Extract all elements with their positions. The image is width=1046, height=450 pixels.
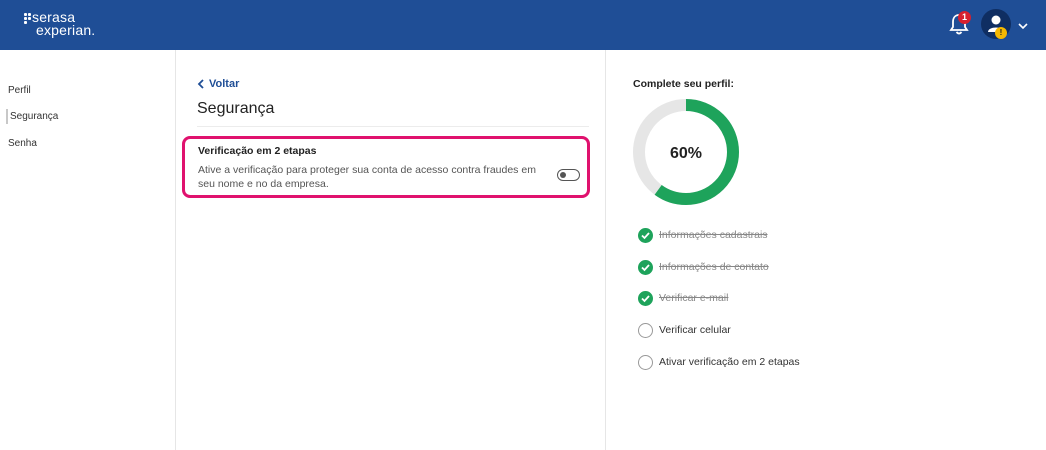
list-item[interactable]: Ativar verificação em 2 etapas <box>638 354 858 370</box>
back-link-label: Voltar <box>209 78 240 90</box>
list-item-label: Informações de contato <box>659 261 769 273</box>
top-bar: serasa experian. 1 ! <box>0 0 1046 50</box>
notifications-count-badge: 1 <box>958 11 971 24</box>
toggle-knob <box>559 171 566 178</box>
sidebar-item-senha[interactable]: Senha <box>8 138 37 149</box>
profile-completion-panel: Complete seu perfil: 60% Informações cad… <box>606 50 1046 450</box>
sidebar-item-perfil[interactable]: Perfil <box>8 85 31 96</box>
divider <box>197 126 589 127</box>
two-step-verification-card: Verificação em 2 etapas Ative a verifica… <box>182 136 590 198</box>
list-item-label: Informações cadastrais <box>659 229 768 241</box>
empty-circle-icon <box>638 354 653 370</box>
chevron-left-icon <box>197 79 204 89</box>
profile-alert-badge: ! <box>995 27 1007 39</box>
page-title: Segurança <box>197 100 275 117</box>
settings-sidebar: Perfil Segurança Senha <box>0 50 176 450</box>
sidebar-item-seguranca[interactable]: Segurança <box>6 109 58 124</box>
list-item: Informações cadastrais <box>638 227 858 243</box>
two-step-verification-toggle[interactable] <box>557 169 580 181</box>
chevron-down-icon[interactable] <box>1018 17 1028 35</box>
logo-dots-icon <box>24 13 32 27</box>
back-link[interactable]: Voltar <box>197 78 239 90</box>
list-item: Verificar e-mail <box>638 290 858 306</box>
check-circle-icon <box>638 227 653 243</box>
logo-text-line2: experian. <box>36 22 96 38</box>
list-item-label: Ativar verificação em 2 etapas <box>659 356 800 368</box>
list-item[interactable]: Verificar celular <box>638 322 858 338</box>
check-circle-icon <box>638 259 653 275</box>
progress-label: 60% <box>670 145 702 162</box>
main-content: Voltar Segurança Verificação em 2 etapas… <box>176 50 606 450</box>
check-circle-icon <box>638 290 653 306</box>
empty-circle-icon <box>638 322 653 338</box>
list-item-label: Verificar e-mail <box>659 292 729 304</box>
list-item: Informações de contato <box>638 259 858 275</box>
list-item-label: Verificar celular <box>659 324 731 336</box>
progress-donut: 60% <box>633 99 739 205</box>
panel-title: Complete seu perfil: <box>633 78 734 90</box>
card-description: Ative a verificação para proteger sua co… <box>198 164 536 190</box>
serasa-experian-logo[interactable]: serasa experian. <box>24 10 104 40</box>
card-title: Verificação em 2 etapas <box>198 145 317 157</box>
